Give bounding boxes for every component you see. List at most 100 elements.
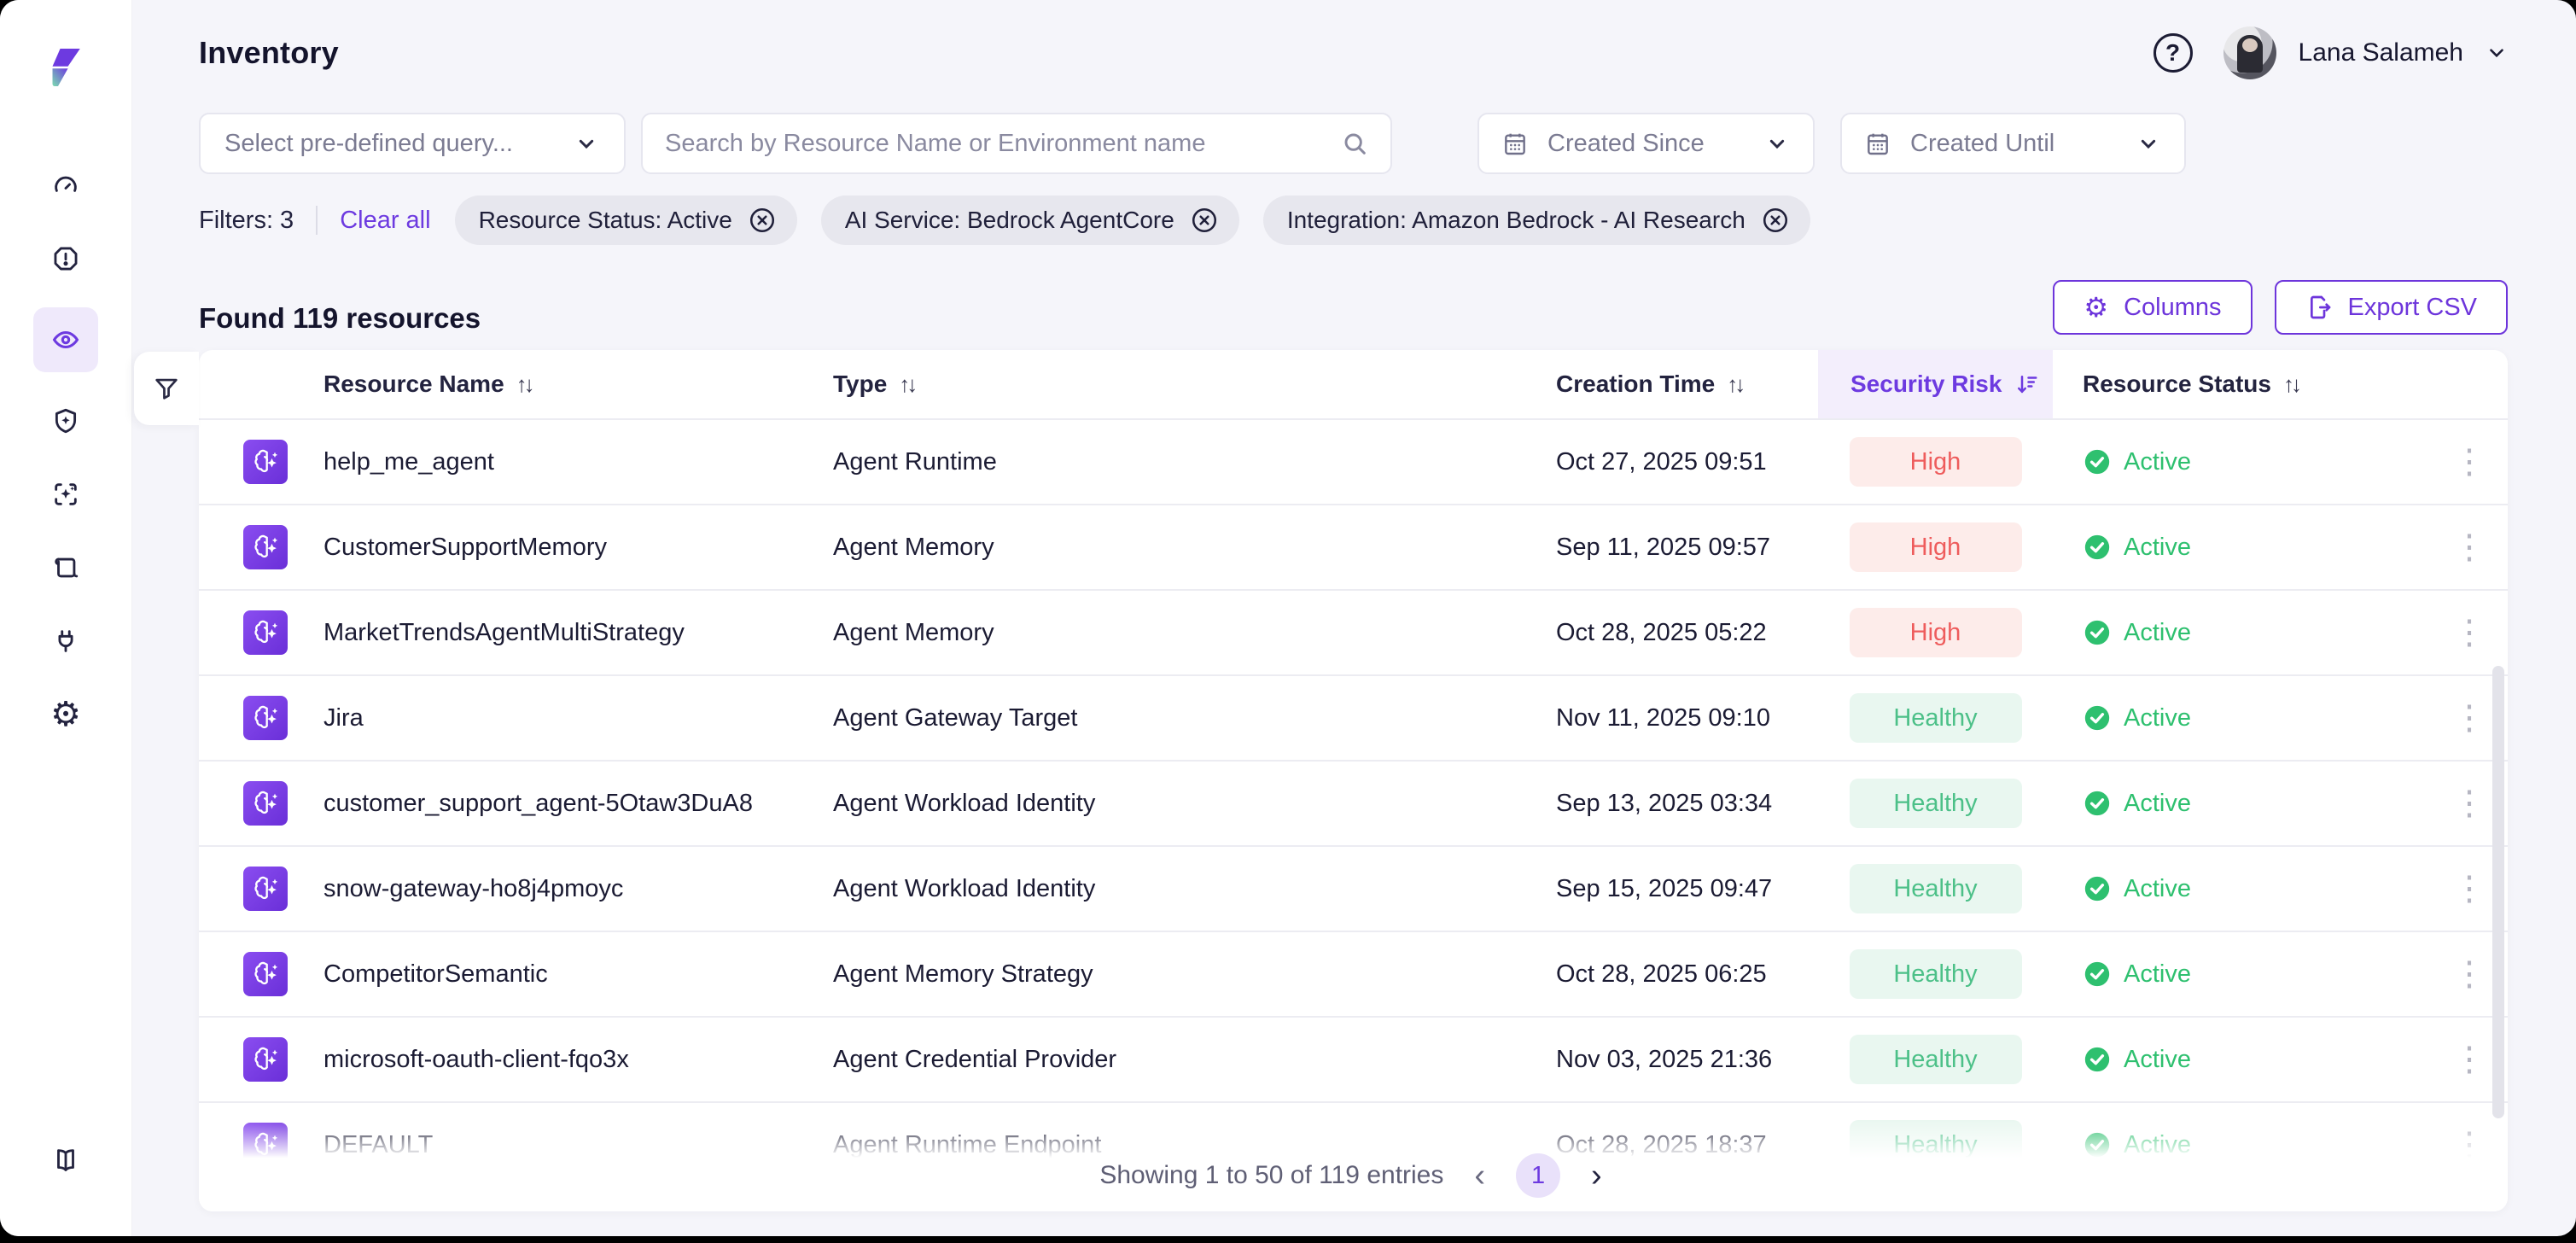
security-risk-badge: Healthy: [1850, 949, 2022, 999]
filter-bar: Select pre-defined query... Created Sinc…: [199, 113, 2508, 174]
alert-octagon-icon: [51, 244, 80, 273]
resource-status: Active: [2124, 1046, 2191, 1074]
gauge-icon: [51, 171, 80, 200]
row-actions-menu[interactable]: ⋮: [2431, 445, 2508, 479]
remove-filter-icon[interactable]: [748, 206, 777, 235]
sidebar-item-integrations[interactable]: [33, 616, 98, 666]
creation-time: Oct 28, 2025 06:25: [1556, 960, 1818, 989]
search-box: [641, 113, 1392, 174]
sidebar-item-inventory[interactable]: [33, 307, 98, 372]
columns-button-label: Columns: [2124, 294, 2221, 322]
brand-logo: [39, 41, 92, 94]
resource-name: Jira: [323, 704, 833, 732]
shield-star-icon: [51, 406, 80, 435]
sidebar-item-settings[interactable]: ⚙: [33, 690, 98, 739]
results-summary: Found 119 resources: [199, 302, 481, 335]
topbar-right: ? Lana Salameh: [2153, 26, 2508, 79]
sidebar: ⚙: [0, 0, 132, 1236]
clear-all-button[interactable]: Clear all: [340, 207, 430, 235]
plug-icon: [51, 627, 80, 656]
resource-status: Active: [2124, 534, 2191, 562]
table-row[interactable]: CustomerSupportMemory Agent Memory Sep 1…: [199, 505, 2508, 591]
resource-status: Active: [2124, 960, 2191, 989]
filter-panel-tab[interactable]: [134, 352, 199, 425]
page-title: Inventory: [199, 35, 339, 71]
sidebar-item-ai-discovery[interactable]: [33, 470, 98, 519]
filter-chip: AI Service: Bedrock AgentCore: [821, 195, 1239, 245]
table-row[interactable]: snow-gateway-ho8j4pmoyc Agent Workload I…: [199, 847, 2508, 932]
agentcore-resource-icon: [243, 781, 288, 826]
user-menu[interactable]: Lana Salameh: [2223, 26, 2508, 79]
agentcore-resource-icon: [243, 610, 288, 655]
row-actions-menu[interactable]: ⋮: [2431, 616, 2508, 650]
column-label: Resource Status: [2083, 371, 2271, 398]
created-until-filter[interactable]: Created Until: [1840, 113, 2186, 174]
table-row[interactable]: MarketTrendsAgentMultiStrategy Agent Mem…: [199, 591, 2508, 676]
columns-button[interactable]: ⚙ Columns: [2053, 280, 2252, 335]
table-row[interactable]: microsoft-oauth-client-fqo3x Agent Crede…: [199, 1018, 2508, 1103]
remove-filter-icon[interactable]: [1190, 206, 1219, 235]
table-scrollbar[interactable]: [2492, 666, 2504, 1118]
creation-time: Sep 13, 2025 03:34: [1556, 790, 1818, 818]
funnel-icon: [152, 374, 181, 403]
filter-chip-label: Resource Status: Active: [479, 207, 732, 234]
resource-name: customer_support_agent-5Otaw3DuA8: [323, 790, 833, 818]
calendar-icon: [1501, 130, 1529, 157]
sidebar-item-alerts[interactable]: [33, 234, 98, 283]
table-row[interactable]: customer_support_agent-5Otaw3DuA8 Agent …: [199, 762, 2508, 847]
sidebar-item-security[interactable]: [33, 396, 98, 446]
creation-time: Nov 11, 2025 09:10: [1556, 704, 1818, 732]
sidebar-item-docs[interactable]: [33, 1135, 98, 1185]
eye-icon: [51, 325, 80, 354]
security-risk-badge: High: [1850, 437, 2022, 487]
predefined-query-select[interactable]: Select pre-defined query...: [199, 113, 626, 174]
export-csv-button[interactable]: Export CSV: [2275, 280, 2509, 335]
column-label: Creation Time: [1556, 371, 1715, 398]
created-since-filter[interactable]: Created Since: [1477, 113, 1815, 174]
agentcore-resource-icon: [243, 952, 288, 996]
sort-icon: ↑↓: [899, 371, 914, 398]
table-body: help_me_agent Agent Runtime Oct 27, 2025…: [199, 420, 2508, 1188]
sidebar-nav: ⚙: [33, 160, 98, 739]
chevron-down-icon: [2486, 42, 2508, 64]
search-icon[interactable]: [1341, 130, 1368, 157]
prev-page-button[interactable]: ‹: [1469, 1158, 1490, 1194]
sort-icon: ↑↓: [2283, 371, 2299, 398]
applied-filters-row: Filters: 3 Clear all Resource Status: Ac…: [199, 196, 2508, 244]
column-header-resource-name[interactable]: Resource Name ↑↓: [323, 350, 833, 418]
table-actions: ⚙ Columns Export CSV: [2053, 280, 2508, 335]
creation-time: Oct 27, 2025 09:51: [1556, 448, 1818, 476]
column-header-security-risk[interactable]: Security Risk: [1818, 350, 2053, 418]
table-row[interactable]: help_me_agent Agent Runtime Oct 27, 2025…: [199, 420, 2508, 505]
resource-status: Active: [2124, 790, 2191, 818]
check-circle-icon: [2083, 447, 2112, 476]
resource-name: microsoft-oauth-client-fqo3x: [323, 1046, 833, 1074]
check-circle-icon: [2083, 618, 2112, 647]
check-circle-icon: [2083, 1045, 2112, 1074]
resource-type: Agent Memory: [833, 534, 1556, 562]
row-actions-menu[interactable]: ⋮: [2431, 530, 2508, 564]
resource-type: Agent Gateway Target: [833, 704, 1556, 732]
column-header-type[interactable]: Type ↑↓: [833, 350, 1556, 418]
sidebar-item-policies[interactable]: [33, 543, 98, 592]
table-row[interactable]: CompetitorSemantic Agent Memory Strategy…: [199, 932, 2508, 1018]
column-header-creation-time[interactable]: Creation Time ↑↓: [1556, 350, 1818, 418]
table-header-row: Resource Name ↑↓ Type ↑↓ Creation Time ↑…: [199, 350, 2508, 420]
security-risk-badge: Healthy: [1850, 693, 2022, 743]
resource-name: MarketTrendsAgentMultiStrategy: [323, 619, 833, 647]
filter-chip-label: Integration: Amazon Bedrock - AI Researc…: [1287, 207, 1746, 234]
gear-icon: ⚙: [2084, 294, 2108, 321]
check-circle-icon: [2083, 789, 2112, 818]
column-header-resource-status[interactable]: Resource Status ↑↓: [2053, 350, 2431, 418]
page-number[interactable]: 1: [1516, 1153, 1560, 1198]
resource-type: Agent Workload Identity: [833, 790, 1556, 818]
next-page-button[interactable]: ›: [1586, 1158, 1607, 1194]
search-input[interactable]: [665, 130, 1314, 158]
remove-filter-icon[interactable]: [1761, 206, 1790, 235]
table-footer: Showing 1 to 50 of 119 entries ‹ 1 ›: [199, 1119, 2508, 1211]
sort-icon: ↑↓: [1727, 371, 1742, 398]
sidebar-item-dashboard[interactable]: [33, 160, 98, 210]
sort-icon: ↑↓: [516, 371, 532, 398]
help-icon[interactable]: ?: [2153, 33, 2193, 73]
table-row[interactable]: Jira Agent Gateway Target Nov 11, 2025 0…: [199, 676, 2508, 762]
